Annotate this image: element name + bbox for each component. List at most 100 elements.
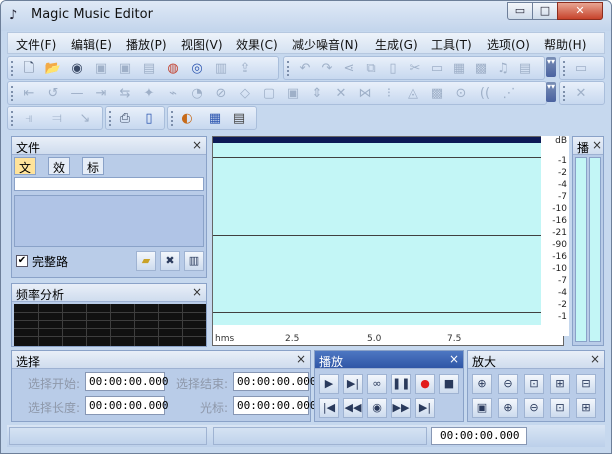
effect-amplify-icon[interactable]: ⇤ — [20, 85, 38, 102]
marker-range-icon[interactable]: ⫤ — [48, 110, 66, 127]
save-as-icon[interactable]: ▣ — [116, 60, 134, 77]
zoom-all-icon[interactable]: ⊟ — [576, 374, 596, 394]
effect-flanger-icon[interactable]: ◔ — [188, 85, 206, 102]
share-icon[interactable]: ⇪ — [236, 60, 254, 77]
toolbar-grip[interactable] — [563, 61, 566, 76]
pause-icon[interactable]: ❚❚ — [391, 374, 411, 394]
menu-options[interactable]: 选项(O) — [487, 36, 530, 53]
clipboard-icon[interactable]: ▤ — [516, 60, 534, 77]
toolbar-grip[interactable] — [109, 111, 112, 126]
effect-multi-icon[interactable]: ⋈ — [356, 85, 374, 102]
toolbar-overflow[interactable]: ▾▾ — [546, 82, 556, 102]
fast-forward-icon[interactable]: ▶▶ — [391, 398, 411, 418]
effect-normalize-icon[interactable]: ✦ — [140, 85, 158, 102]
toolbar-grip[interactable] — [287, 61, 290, 76]
copy-icon[interactable]: ⧉ — [362, 60, 380, 77]
minimize-button[interactable]: ▭ — [507, 2, 533, 20]
cd-icon[interactable]: ◉ — [68, 60, 86, 77]
undo-icon[interactable]: ↶ — [296, 60, 314, 77]
file-panel-close-button[interactable]: × — [192, 138, 202, 152]
effect-echo-icon[interactable]: ↺ — [44, 85, 62, 102]
effect-box-icon[interactable]: ▢ — [260, 85, 278, 102]
effect-frame-icon[interactable]: ▣ — [284, 85, 302, 102]
paste-special-icon[interactable]: ▭ — [428, 60, 446, 77]
trim-icon[interactable]: ⋖ — [340, 60, 358, 77]
play-panel-close-button[interactable]: × — [449, 352, 459, 366]
toolbar-grip[interactable] — [11, 86, 14, 101]
menu-effects[interactable]: 效果(C) — [236, 36, 278, 53]
zoom-out-vertical-icon[interactable]: ⊖ — [524, 398, 544, 418]
document-icon[interactable]: ▯ — [140, 110, 158, 127]
menu-tools[interactable]: 工具(T) — [431, 36, 472, 53]
save-all-icon[interactable]: ▤ — [140, 60, 158, 77]
meter-panel-close-button[interactable]: × — [592, 138, 602, 152]
paste-icon[interactable]: ▯ — [384, 60, 402, 77]
tab-markers[interactable]: 标记 — [82, 157, 105, 192]
toolbar-overflow[interactable]: ▾▾ — [546, 57, 556, 77]
rewind-icon[interactable]: ◀◀ — [343, 398, 363, 418]
stop-icon[interactable]: ■ — [439, 374, 459, 394]
import-icon[interactable]: ▥ — [212, 60, 230, 77]
effect-wave-icon[interactable]: (( — [476, 85, 494, 102]
menu-noise-reduction[interactable]: 减少噪音(N) — [292, 36, 358, 53]
effect-split-icon[interactable]: ⇕ — [308, 85, 326, 102]
redo-icon[interactable]: ↷ — [318, 60, 336, 77]
marker-icon[interactable]: ⫣ — [20, 110, 38, 127]
waveform-view[interactable]: hms 2.5 5.0 7.5 — [212, 136, 564, 346]
print-icon[interactable]: ⎙ — [116, 110, 134, 127]
menu-help[interactable]: 帮助(H) — [544, 36, 586, 53]
go-to-start-icon[interactable]: |◀ — [319, 398, 339, 418]
settings-grid-icon[interactable]: ▦ — [206, 110, 224, 127]
tab-files[interactable]: 文件 — [14, 157, 37, 192]
zoom-in-vertical-icon[interactable]: ⊕ — [498, 398, 518, 418]
play-icon[interactable]: ▶ — [319, 374, 339, 394]
play-circle-icon[interactable]: ◉ — [367, 398, 387, 418]
new-file-icon[interactable]: 🗋 — [20, 60, 38, 77]
record-icon[interactable]: ● — [415, 374, 435, 394]
effect-chorus-icon[interactable]: ⌁ — [164, 85, 182, 102]
full-path-checkbox[interactable]: ✔ — [16, 255, 28, 267]
effect-envelope-icon[interactable]: ◇ — [236, 85, 254, 102]
effect-drop-icon[interactable]: ⁝ — [380, 85, 398, 102]
zoom-vertical-icon[interactable]: ▣ — [472, 398, 492, 418]
menu-view[interactable]: 视图(V) — [181, 36, 223, 53]
waveform-overview[interactable] — [213, 137, 563, 143]
note-icon[interactable]: ♫ — [494, 60, 512, 77]
export-icon[interactable]: ◎ — [188, 60, 206, 77]
file-list[interactable] — [14, 195, 204, 247]
selection-end-field[interactable]: 00:00:00.000 — [233, 372, 316, 391]
firefox-icon[interactable]: ◐ — [178, 110, 196, 127]
zoom-full-icon[interactable]: ⊞ — [576, 398, 596, 418]
zoom-panel-close-button[interactable]: × — [590, 352, 600, 366]
menu-file[interactable]: 文件(F) — [16, 36, 56, 53]
effect-fade-icon[interactable]: ⇥ — [92, 85, 110, 102]
zoom-in-icon[interactable]: ⊕ — [472, 374, 492, 394]
selection-length-field[interactable]: 00:00:00.000 — [85, 396, 168, 415]
open-folder-icon[interactable]: ▰ — [136, 251, 156, 271]
mp3-icon[interactable]: ▤ — [230, 110, 248, 127]
trash-icon[interactable]: ▥ — [184, 251, 204, 271]
delete-icon[interactable]: ▩ — [472, 60, 490, 77]
open-folder-icon[interactable]: 📂 — [44, 60, 62, 77]
menu-generate[interactable]: 生成(G) — [375, 36, 418, 53]
loop-icon[interactable]: ∞ — [367, 374, 387, 394]
toolbar-grip[interactable] — [11, 61, 14, 76]
mix-icon[interactable]: ▦ — [450, 60, 468, 77]
effect-delay-icon[interactable]: ⋰ — [500, 85, 518, 102]
effect-cross-icon[interactable]: ✕ — [332, 85, 350, 102]
toolbar-grip[interactable] — [11, 111, 14, 126]
toolbar-grip[interactable] — [563, 86, 566, 101]
effect-flat-icon[interactable]: — — [68, 85, 86, 102]
effect-bell-icon[interactable]: ◬ — [404, 85, 422, 102]
zoom-fit-icon[interactable]: ⊞ — [550, 374, 570, 394]
tab-effects[interactable]: 效果 — [48, 157, 71, 192]
mixer-icon[interactable]: ✕ — [572, 85, 590, 102]
layout-icon[interactable]: ▭ — [572, 60, 590, 77]
go-to-end-icon[interactable]: ▶| — [415, 398, 435, 418]
maximize-button[interactable]: □ — [532, 2, 558, 20]
zoom-selection-icon[interactable]: ⊡ — [524, 374, 544, 394]
zoom-reset-icon[interactable]: ⊡ — [550, 398, 570, 418]
cut-icon[interactable]: ✂ — [406, 60, 424, 77]
marker-remove-icon[interactable]: ↘ — [76, 110, 94, 127]
menu-edit[interactable]: 编辑(E) — [71, 36, 112, 53]
